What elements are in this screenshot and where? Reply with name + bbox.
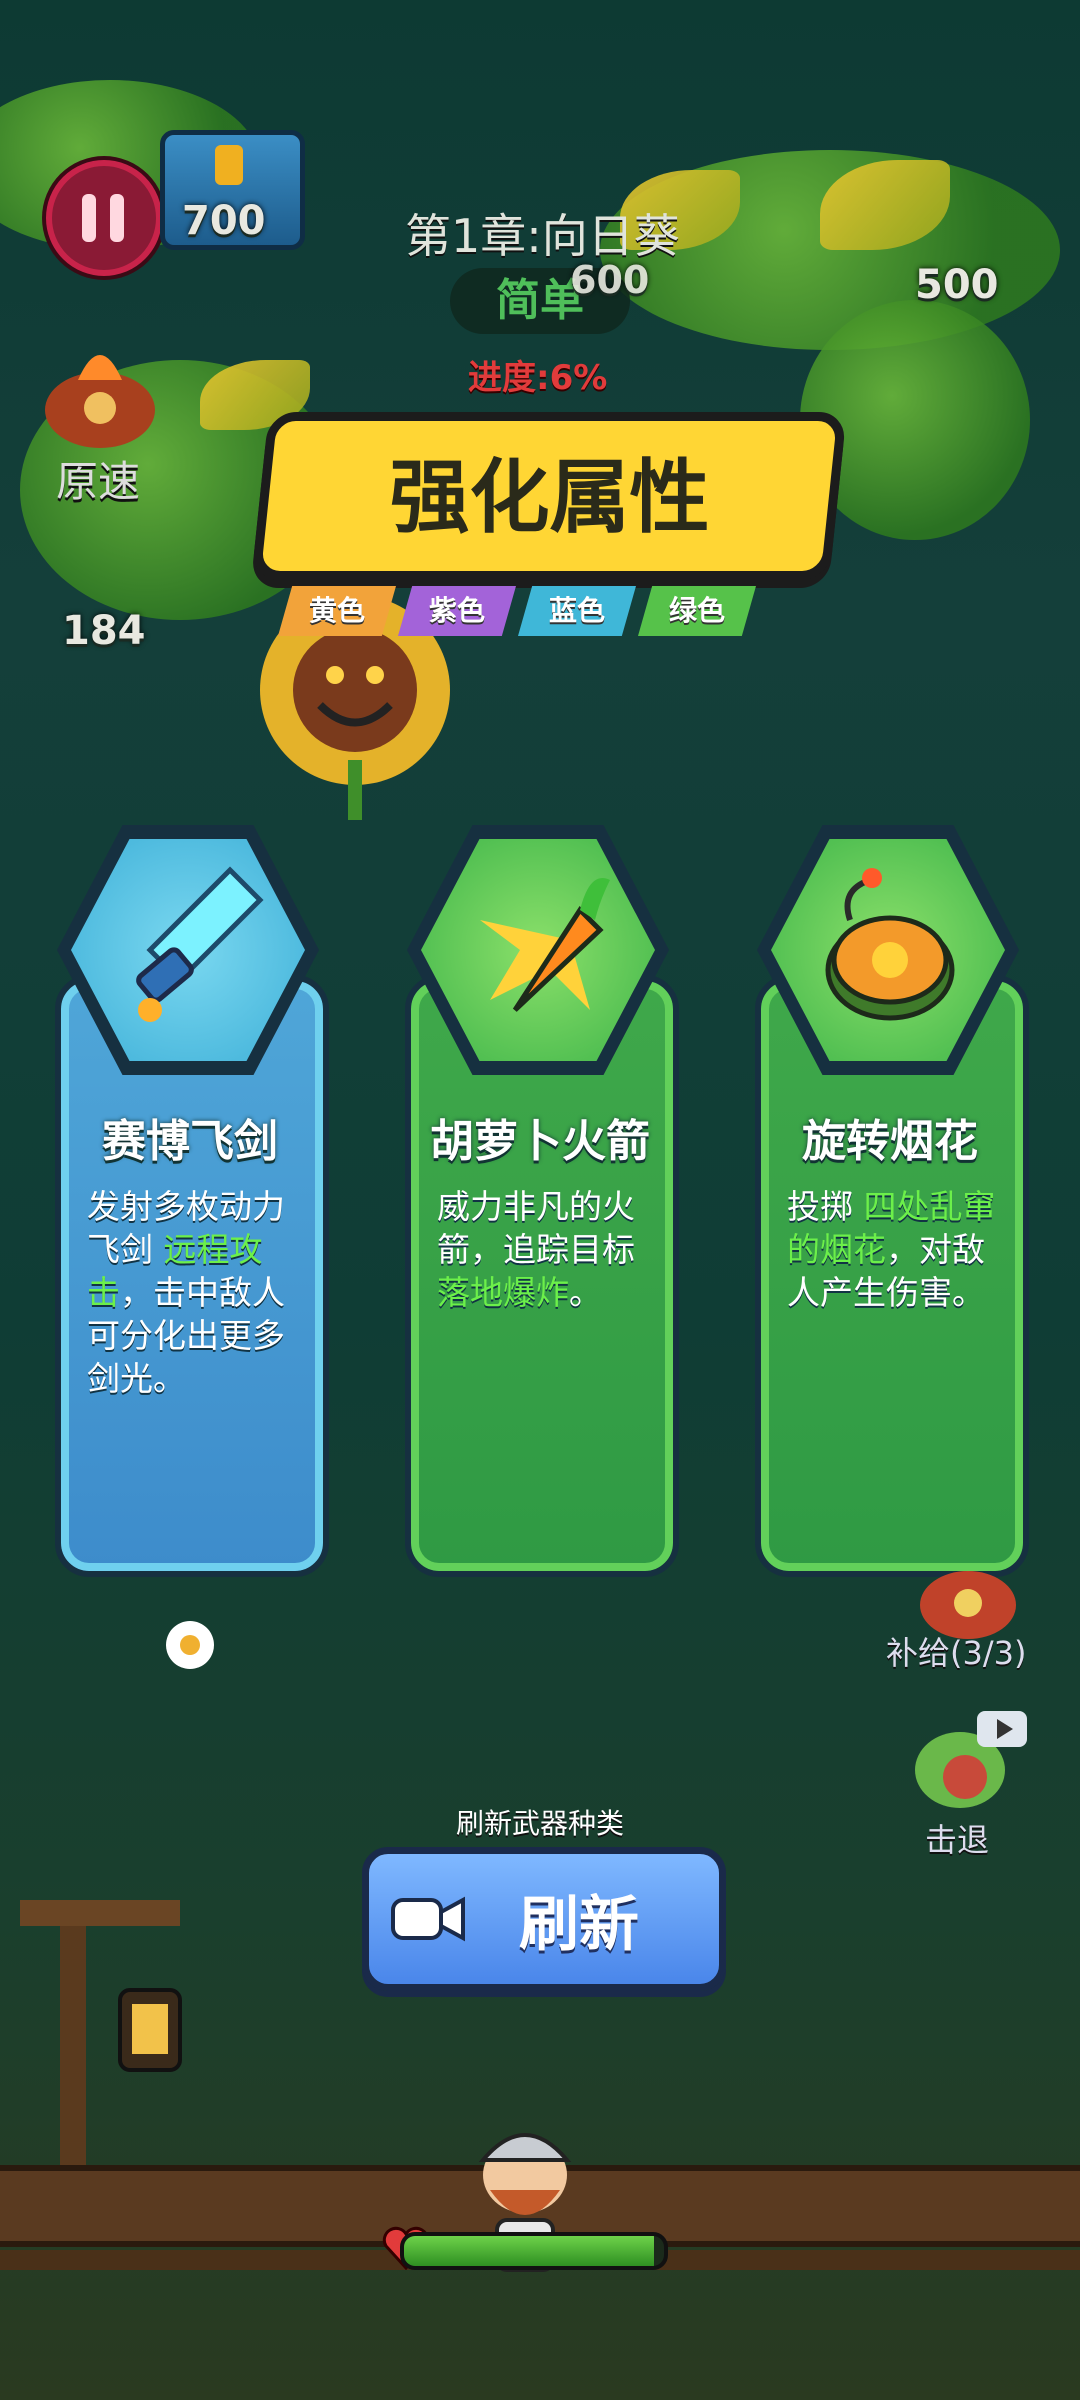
color-tag-green: 绿色 <box>638 586 756 636</box>
player-hp-fill <box>404 2236 654 2266</box>
progress-text: 进度:6% <box>468 358 608 398</box>
fire-pot-icon[interactable] <box>38 330 168 450</box>
player-hp-bar <box>400 2232 668 2270</box>
knockback-icon[interactable] <box>905 1705 1035 1815</box>
weapon-card-cyber-sword[interactable]: 赛博飞剑 发射多枚动力飞剑 远程攻击，击中敌人可分化出更多剑光。 <box>55 825 329 1577</box>
card-description: 威力非凡的火箭，追踪目标落地爆炸。 <box>437 1187 635 1312</box>
supply-label[interactable]: 补给(3/3) <box>886 1628 1026 1674</box>
weapon-card-carrot-rocket[interactable]: 胡萝卜火箭 威力非凡的火箭，追踪目标落地爆炸。 <box>405 825 679 1577</box>
speed-label[interactable]: 原速 <box>56 448 140 509</box>
panel-title-banner: 强化属性 <box>251 412 847 580</box>
refresh-label: 刷新 <box>519 1890 639 1960</box>
lantern-post-decoration <box>20 1900 182 2180</box>
knockback-label[interactable]: 击退 <box>925 1815 989 1861</box>
color-tag-purple: 紫色 <box>398 586 516 636</box>
pause-button[interactable] <box>46 160 162 276</box>
refresh-hint: 刷新武器种类 <box>456 1807 625 1840</box>
card-description: 投掷 四处乱窜的烟花，对敌人产生伤害。 <box>787 1187 996 1312</box>
color-tag-yellow: 黄色 <box>278 586 396 636</box>
carrot-rocket-icon <box>480 878 610 1012</box>
card-name: 胡萝卜火箭 <box>430 1116 650 1167</box>
chest-count: 700 <box>182 198 266 244</box>
video-camera-icon <box>391 1896 465 1942</box>
enemy-hp-number: 600 <box>570 258 650 302</box>
card-name: 赛博飞剑 <box>102 1116 278 1167</box>
chapter-title: 第1章:向日葵 <box>405 209 680 263</box>
spinning-firework-icon <box>825 868 955 1021</box>
cyber-sword-icon <box>136 866 264 1022</box>
card-name: 旋转烟花 <box>802 1116 978 1167</box>
panel-title: 强化属性 <box>389 451 710 544</box>
enemy-hp-number: 184 <box>62 608 146 654</box>
card-description: 发射多枚动力飞剑 远程攻击，击中敌人可分化出更多剑光。 <box>87 1187 285 1398</box>
daisy-decoration <box>166 1621 214 1669</box>
weapon-card-spinning-firework[interactable]: 旋转烟花 投掷 四处乱窜的烟花，对敌人产生伤害。 <box>755 825 1029 1577</box>
refresh-button[interactable]: 刷新 <box>362 1847 726 1991</box>
color-tag-blue: 蓝色 <box>518 586 636 636</box>
enemy-hp-number: 500 <box>915 262 999 308</box>
